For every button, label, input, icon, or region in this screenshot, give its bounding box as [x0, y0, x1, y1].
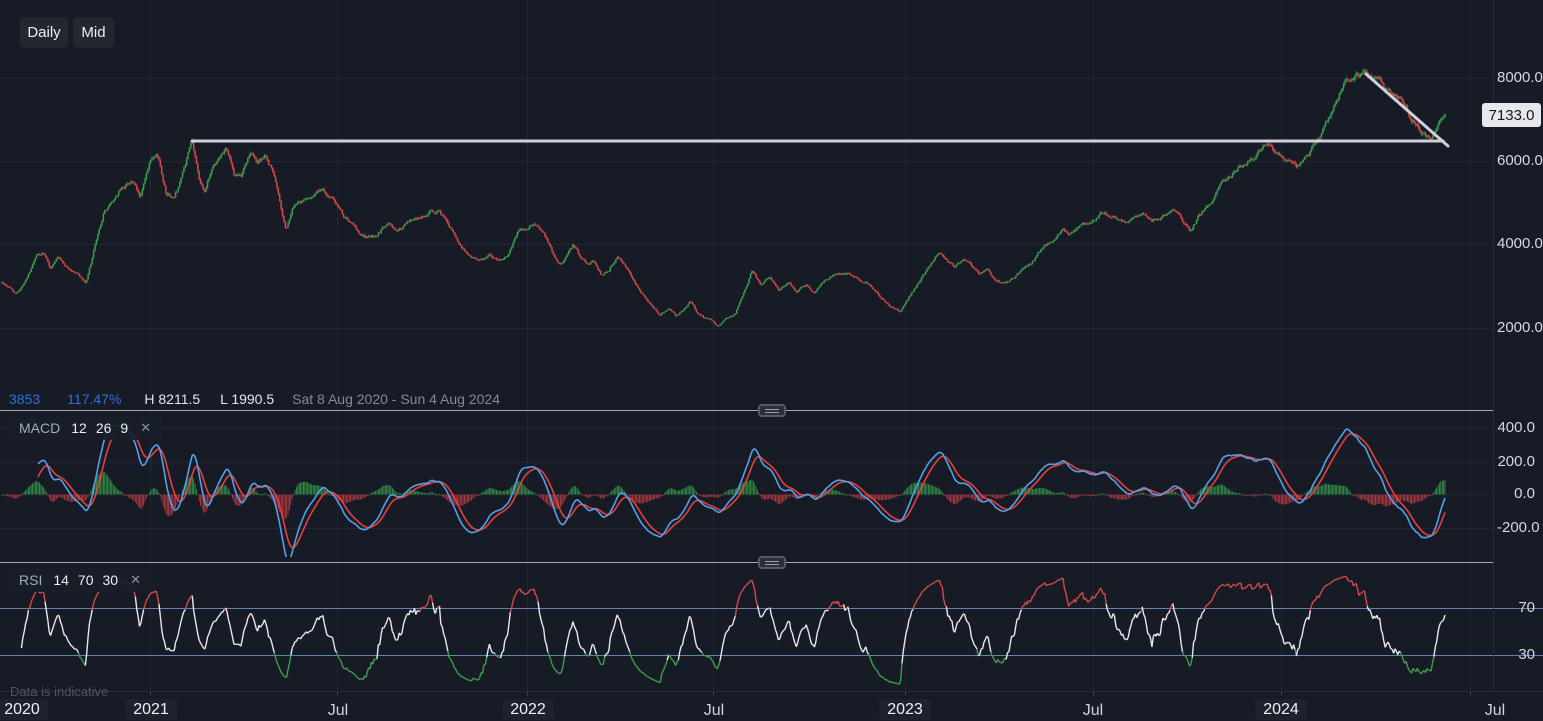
indicator-param: 9: [120, 420, 128, 436]
symbol-legend: 3853 117.47% H 8211.5 L 1990.5 Sat 8 Aug…: [9, 390, 500, 408]
indicator-param: 26: [96, 420, 112, 436]
interval-daily-button[interactable]: Daily: [20, 17, 68, 48]
price-tick-label: 8000.0: [1497, 69, 1535, 87]
price-axis[interactable]: [1494, 0, 1543, 691]
macd-tick-label: 0.0: [1497, 485, 1535, 503]
rsi-tick-label: 70: [1497, 599, 1535, 617]
time-axis[interactable]: [0, 692, 1543, 721]
time-tick-label: Jul: [1485, 702, 1505, 719]
legend-low: L 1990.5: [220, 391, 274, 407]
pane-resize-handle-icon[interactable]: [758, 404, 786, 417]
indicator-param: 70: [78, 572, 94, 588]
legend-high: H 8211.5: [144, 391, 200, 407]
time-tick-label: 2020: [0, 699, 48, 720]
rsi-indicator-label[interactable]: RSI 14 70 30 ✕: [8, 568, 152, 592]
macd-tick-label: 200.0: [1497, 453, 1535, 471]
macd-indicator-params: 12 26 9: [71, 420, 128, 436]
price-tick-label: 2000.0: [1497, 319, 1535, 337]
time-tick-label: Jul: [328, 702, 348, 719]
macd-tick-label: -200.0: [1497, 519, 1535, 537]
macd-indicator-label[interactable]: MACD 12 26 9 ✕: [8, 416, 162, 440]
trading-chart-app: Daily Mid 3853 117.47% H 8211.5 L 1990.5…: [0, 0, 1543, 721]
pane-separator-macd[interactable]: [0, 410, 1493, 411]
macd-indicator-name: MACD: [19, 420, 60, 436]
legend-change-percent: 117.47%: [67, 391, 121, 407]
time-tick-label: Jul: [1083, 702, 1103, 719]
indicator-param: 30: [103, 572, 119, 588]
time-tick-label: 2022: [502, 699, 554, 720]
indicator-param: 12: [71, 420, 87, 436]
pane-separator-rsi[interactable]: [0, 562, 1493, 563]
mid-button[interactable]: Mid: [73, 17, 114, 48]
macd-tick-label: 400.0: [1497, 419, 1535, 437]
legend-symbol-value: 3853: [9, 391, 40, 407]
time-tick-label: 2021: [125, 699, 177, 720]
chart-canvas[interactable]: [0, 0, 1543, 721]
macd-close-icon[interactable]: ✕: [140, 420, 151, 436]
indicator-param: 14: [53, 572, 69, 588]
time-tick-label: 2024: [1255, 699, 1307, 720]
rsi-indicator-name: RSI: [19, 572, 42, 588]
time-tick-label: 2023: [879, 699, 931, 720]
rsi-close-icon[interactable]: ✕: [130, 572, 141, 588]
rsi-tick-label: 30: [1497, 646, 1535, 664]
legend-date-range: Sat 8 Aug 2020 - Sun 4 Aug 2024: [292, 391, 500, 407]
price-tick-label: 6000.0: [1497, 152, 1535, 170]
pane-resize-handle-icon[interactable]: [758, 556, 786, 569]
rsi-indicator-params: 14 70 30: [53, 572, 118, 588]
price-tick-label: 4000.0: [1497, 235, 1535, 253]
time-tick-label: Jul: [704, 702, 724, 719]
